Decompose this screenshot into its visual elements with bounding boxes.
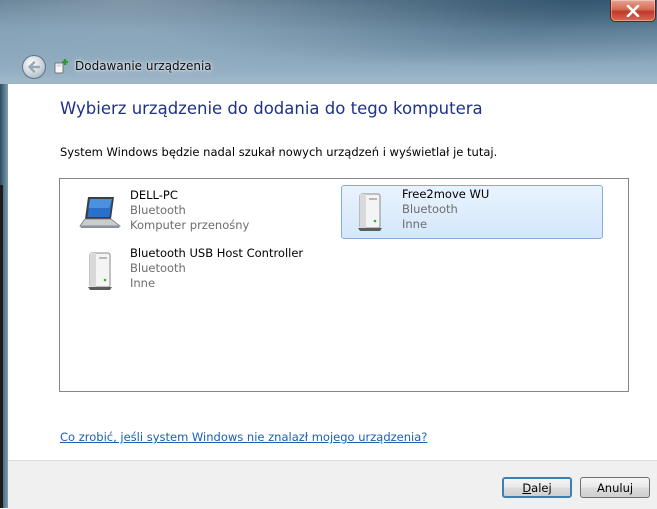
device-item-bluetooth-usb-host-controller[interactable]: Bluetooth USB Host Controller Bluetooth … — [78, 245, 338, 297]
back-button[interactable] — [22, 55, 46, 79]
device-item-free2move-wu[interactable]: Free2move WU Bluetooth Inne — [341, 185, 603, 239]
next-button[interactable]: Dalej — [502, 477, 572, 498]
device-name: Free2move WU — [402, 187, 490, 201]
cancel-button[interactable]: Anuluj — [580, 477, 650, 498]
device-name: Bluetooth USB Host Controller — [130, 246, 304, 260]
close-icon — [626, 4, 640, 17]
device-name: DELL-PC — [130, 188, 178, 202]
generic-device-icon — [78, 249, 122, 293]
device-type: Bluetooth — [130, 261, 186, 275]
device-category: Komputer przenośny — [130, 218, 250, 232]
generic-device-icon — [348, 190, 392, 234]
device-item-dell-pc[interactable]: DELL-PC Bluetooth Komputer przenośny — [78, 187, 318, 239]
device-category: Inne — [402, 217, 428, 231]
laptop-icon — [78, 191, 122, 235]
background-edge — [0, 185, 3, 508]
close-button[interactable] — [610, 0, 656, 22]
window-title: Dodawanie urządzenia — [53, 57, 212, 75]
device-type: Bluetooth — [130, 203, 186, 217]
device-category: Inne — [130, 276, 156, 290]
page-description: System Windows będzie nadal szukał nowyc… — [60, 145, 498, 159]
device-list[interactable]: DELL-PC Bluetooth Komputer przenośny Fre… — [59, 178, 629, 392]
device-type: Bluetooth — [402, 202, 458, 216]
back-arrow-icon — [28, 61, 41, 73]
button-bar: Dalej Anuluj — [8, 460, 657, 509]
add-device-icon — [54, 59, 68, 74]
page-heading: Wybierz urządzenie do dodania do tego ko… — [60, 99, 483, 118]
next-button-accelerator: D — [522, 480, 532, 495]
help-link[interactable]: Co zrobić, jeśli system Windows nie znal… — [60, 430, 427, 444]
window-title-text: Dodawanie urządzenia — [75, 59, 212, 73]
dialog-content: Wybierz urządzenie do dodania do tego ko… — [8, 84, 657, 460]
next-button-label: alej — [531, 480, 552, 495]
cancel-button-label: Anuluj — [596, 480, 634, 495]
